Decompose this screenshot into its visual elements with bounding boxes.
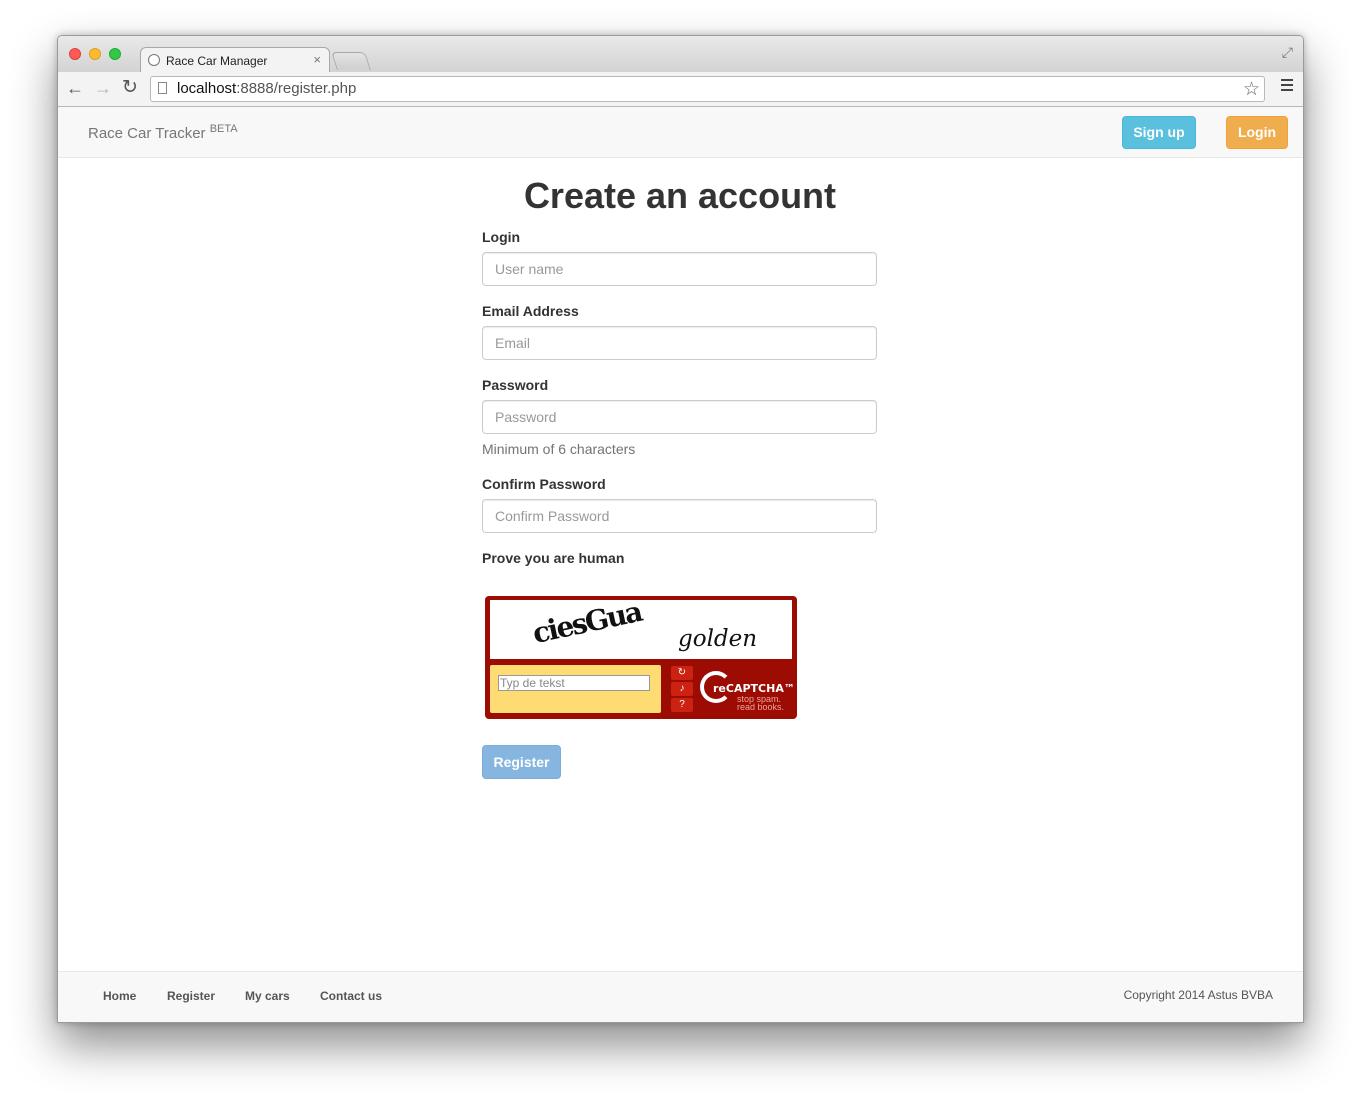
- captcha-input[interactable]: [498, 675, 650, 691]
- back-icon[interactable]: ←: [66, 77, 84, 99]
- new-tab-button[interactable]: [331, 52, 371, 70]
- password-input[interactable]: [482, 400, 877, 434]
- footer: Home Register My cars Contact us Copyrig…: [58, 971, 1303, 1022]
- url-text: localhost:8888/register.php: [177, 80, 356, 97]
- footer-link-register[interactable]: Register: [167, 989, 215, 1003]
- forward-icon[interactable]: →: [94, 77, 112, 99]
- password-label: Password: [482, 377, 549, 393]
- refresh-captcha-icon[interactable]: ↻: [671, 666, 693, 680]
- brand-name: Race Car Tracker: [88, 125, 206, 142]
- recaptcha-slogan: stop spam. read books.: [737, 695, 785, 712]
- password-help-text: Minimum of 6 characters: [482, 441, 636, 457]
- top-navbar: Race Car Tracker BETA Sign up Login: [58, 107, 1303, 158]
- captcha-word-1: ciesGua: [529, 594, 644, 651]
- address-bar[interactable]: localhost:8888/register.php ☆: [150, 76, 1265, 102]
- brand[interactable]: Race Car Tracker BETA: [88, 123, 238, 142]
- zoom-window-button[interactable]: [109, 48, 121, 60]
- footer-link-contact-us[interactable]: Contact us: [320, 989, 382, 1003]
- captcha-label: Prove you are human: [482, 550, 625, 566]
- title-bar: Race Car Manager × ⤢: [58, 36, 1303, 73]
- page-viewport: Race Car Tracker BETA Sign up Login Crea…: [58, 107, 1303, 1022]
- minimize-window-button[interactable]: [89, 48, 101, 60]
- page-icon: [158, 82, 167, 94]
- tab-close-icon[interactable]: ×: [313, 52, 321, 67]
- globe-icon: [148, 54, 160, 66]
- star-icon[interactable]: ☆: [1243, 78, 1260, 101]
- browser-tab[interactable]: Race Car Manager ×: [140, 47, 330, 73]
- email-input[interactable]: [482, 326, 877, 360]
- email-label: Email Address: [482, 303, 579, 319]
- browser-window: Race Car Manager × ⤢ ← → ↻ localhost:888…: [57, 35, 1304, 1023]
- url-path: :8888/register.php: [236, 80, 357, 97]
- tab-title: Race Car Manager: [166, 54, 268, 68]
- browser-toolbar: ← → ↻ localhost:8888/register.php ☆: [58, 72, 1303, 107]
- url-host: localhost: [177, 80, 237, 97]
- captcha-word-2: golden: [678, 626, 758, 652]
- recaptcha-widget: ciesGua golden ↻ ♪ ? reCAPTCHA™ stop spa…: [485, 595, 797, 719]
- captcha-image: ciesGua golden: [490, 595, 792, 659]
- footer-link-home[interactable]: Home: [103, 989, 136, 1003]
- menu-icon[interactable]: [1281, 79, 1293, 94]
- confirm-password-input[interactable]: [482, 499, 877, 533]
- login-button[interactable]: Login: [1226, 116, 1288, 149]
- reload-icon[interactable]: ↻: [122, 77, 138, 99]
- audio-captcha-icon[interactable]: ♪: [671, 682, 693, 696]
- captcha-entry-panel: [490, 665, 661, 713]
- register-button[interactable]: Register: [482, 745, 561, 779]
- help-captcha-icon[interactable]: ?: [671, 698, 693, 712]
- footer-link-my-cars[interactable]: My cars: [245, 989, 290, 1003]
- beta-badge: BETA: [209, 123, 238, 135]
- fullscreen-icon[interactable]: ⤢: [1282, 44, 1293, 61]
- close-window-button[interactable]: [69, 48, 81, 60]
- confirm-password-label: Confirm Password: [482, 476, 606, 492]
- username-input[interactable]: [482, 252, 877, 286]
- sign-up-button[interactable]: Sign up: [1122, 116, 1196, 149]
- login-label: Login: [482, 229, 521, 245]
- copyright-text: Copyright 2014 Astus BVBA: [1123, 988, 1273, 1002]
- page-title: Create an account: [523, 175, 837, 216]
- recaptcha-slogan-line-2: read books.: [737, 702, 785, 712]
